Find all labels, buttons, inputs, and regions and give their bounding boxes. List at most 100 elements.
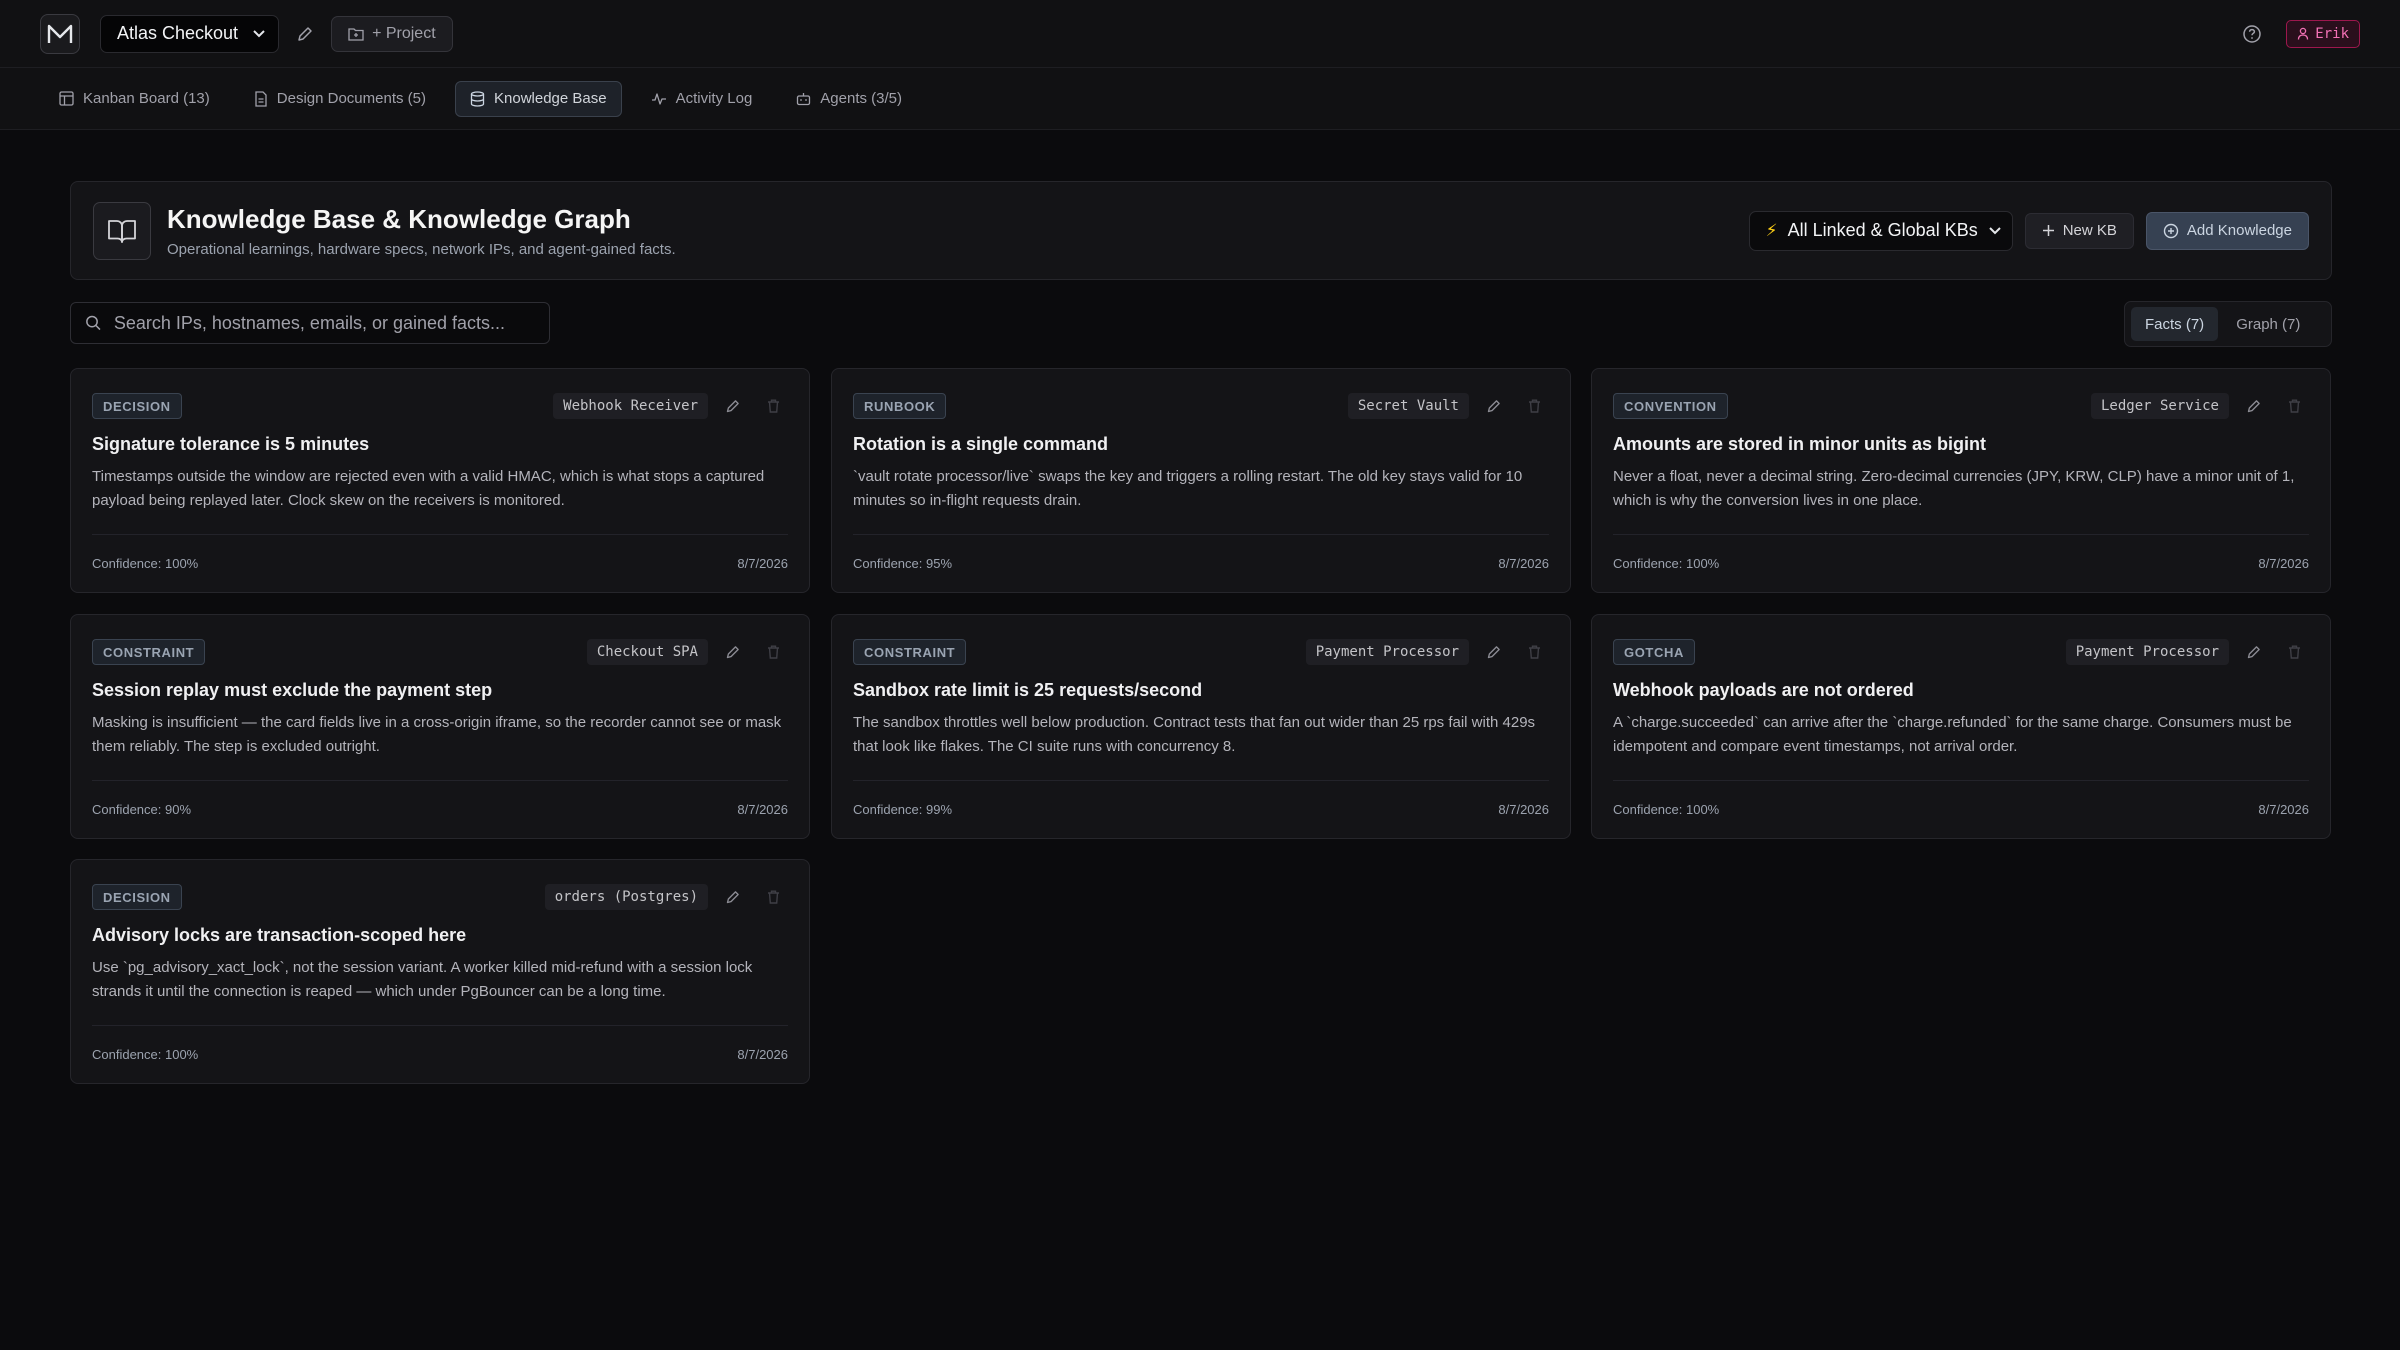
app-logo[interactable] <box>40 13 80 54</box>
delete-fact-button[interactable] <box>1519 392 1549 420</box>
entity-chip[interactable]: Webhook Receiver <box>553 393 708 419</box>
entity-chip[interactable]: Payment Processor <box>2065 639 2229 665</box>
fact-type-badge: DECISION <box>92 393 182 419</box>
fact-card[interactable]: GOTCHA Payment Processor Webhook payload… <box>1591 614 2331 839</box>
fact-card[interactable]: CONVENTION Ledger Service Amounts are st… <box>1591 368 2331 593</box>
entity-chip[interactable]: Payment Processor <box>1305 639 1469 665</box>
edit-fact-button[interactable] <box>2239 392 2269 420</box>
pencil-icon <box>2247 400 2260 413</box>
search-input[interactable] <box>113 312 535 334</box>
delete-fact-button[interactable] <box>758 638 788 666</box>
delete-fact-button[interactable] <box>1519 638 1549 666</box>
trash-icon <box>767 399 779 413</box>
tab-label: Agents (3/5) <box>820 90 903 107</box>
fact-date: 8/7/2026 <box>2258 802 2309 817</box>
fact-title: Advisory locks are transaction-scoped he… <box>92 925 467 945</box>
trash-icon <box>1528 399 1540 413</box>
edit-fact-button[interactable] <box>718 638 748 666</box>
fact-date: 8/7/2026 <box>1498 802 1549 817</box>
database-icon <box>470 90 485 107</box>
tab-label: Knowledge Base <box>494 90 607 107</box>
trash-icon <box>1528 645 1540 659</box>
top-bar: Atlas Checkout + Project Erik <box>0 0 2400 68</box>
help-circle-icon <box>2243 24 2262 43</box>
edit-fact-button[interactable] <box>1479 392 1509 420</box>
edit-fact-button[interactable] <box>718 883 748 911</box>
knowledge-base-header: Knowledge Base & Knowledge Graph Operati… <box>70 181 2332 280</box>
kanban-icon <box>59 91 74 106</box>
page-title: Knowledge Base & Knowledge Graph <box>167 203 631 234</box>
delete-fact-button[interactable] <box>758 392 788 420</box>
fact-title: Amounts are stored in minor units as big… <box>1613 434 1987 454</box>
facts-view-button[interactable]: Facts (7) <box>2131 307 2219 341</box>
help-button[interactable] <box>2242 24 2262 44</box>
fact-confidence: Confidence: 100% <box>1613 556 1720 571</box>
fact-body: Masking is insufficient — the card field… <box>92 714 782 755</box>
fact-body: Use `pg_advisory_xact_lock`, not the ses… <box>92 959 753 1000</box>
fact-title: Rotation is a single command <box>853 434 1109 454</box>
activity-icon <box>651 92 666 105</box>
tab-kanban-board[interactable]: Kanban Board (13) <box>44 81 225 117</box>
bot-icon <box>797 93 811 106</box>
fact-date: 8/7/2026 <box>737 1047 788 1062</box>
search-icon <box>86 315 101 331</box>
pencil-icon <box>2247 646 2260 659</box>
graph-view-button[interactable]: Graph (7) <box>2222 307 2314 341</box>
delete-fact-button[interactable] <box>2279 638 2309 666</box>
entity-chip[interactable]: Checkout SPA <box>586 639 708 665</box>
page-subtitle: Operational learnings, hardware specs, n… <box>167 240 676 258</box>
new-kb-button[interactable]: New KB <box>2024 212 2134 249</box>
fact-card[interactable]: DECISION Webhook Receiver Signature tole… <box>70 368 810 593</box>
fact-date: 8/7/2026 <box>737 556 788 571</box>
fact-card[interactable]: DECISION orders (Postgres) Advisory lock… <box>70 859 810 1084</box>
edit-fact-button[interactable] <box>2239 638 2269 666</box>
delete-fact-button[interactable] <box>758 883 788 911</box>
user-name: Erik <box>2315 25 2349 42</box>
user-badge[interactable]: Erik <box>2286 19 2360 48</box>
trash-icon <box>2288 645 2300 659</box>
fact-card[interactable]: CONSTRAINT Checkout SPA Session replay m… <box>70 614 810 839</box>
add-knowledge-label: Add Knowledge <box>2186 222 2292 239</box>
edit-project-button[interactable] <box>293 22 317 46</box>
pencil-icon <box>726 891 739 904</box>
document-icon <box>255 90 267 107</box>
fact-card[interactable]: RUNBOOK Secret Vault Rotation is a singl… <box>831 368 1571 593</box>
entity-chip[interactable]: Ledger Service <box>2090 393 2229 419</box>
fact-title: Sandbox rate limit is 25 requests/second <box>853 680 1203 700</box>
fact-type-badge: DECISION <box>92 884 182 910</box>
delete-fact-button[interactable] <box>2279 392 2309 420</box>
fact-title: Webhook payloads are not ordered <box>1613 680 1914 700</box>
fact-body: Never a float, never a decimal string. Z… <box>1613 468 2295 509</box>
kb-scope-select[interactable]: ⚡ All Linked & Global KBs <box>1748 210 2013 251</box>
fact-type-badge: CONSTRAINT <box>92 639 206 665</box>
trash-icon <box>767 890 779 904</box>
fact-card[interactable]: CONSTRAINT Payment Processor Sandbox rat… <box>831 614 1571 839</box>
zap-icon: ⚡ <box>1765 220 1778 240</box>
main-tabs: Kanban Board (13) Design Documents (5) K… <box>0 68 2400 130</box>
pencil-icon <box>298 26 312 41</box>
project-select[interactable]: Atlas Checkout <box>100 14 280 53</box>
edit-fact-button[interactable] <box>718 392 748 420</box>
pencil-icon <box>1487 646 1500 659</box>
search-bar <box>70 302 550 344</box>
tab-activity-log[interactable]: Activity Log <box>636 81 768 117</box>
fact-type-badge: CONVENTION <box>1613 393 1728 419</box>
tab-design-documents[interactable]: Design Documents (5) <box>239 81 441 117</box>
fact-title: Session replay must exclude the payment … <box>92 680 493 700</box>
fact-type-badge: GOTCHA <box>1613 639 1695 665</box>
add-knowledge-button[interactable]: Add Knowledge <box>2145 211 2309 250</box>
fact-body: Timestamps outside the window are reject… <box>92 468 765 509</box>
entity-chip[interactable]: Secret Vault <box>1347 393 1469 419</box>
edit-fact-button[interactable] <box>1479 638 1509 666</box>
fact-confidence: Confidence: 100% <box>1613 802 1720 817</box>
folder-plus-icon <box>348 27 364 41</box>
new-kb-label: New KB <box>2062 222 2117 239</box>
tab-label: Design Documents (5) <box>276 90 426 107</box>
tab-agents[interactable]: Agents (3/5) <box>781 81 917 117</box>
add-project-button[interactable]: + Project <box>331 15 453 52</box>
tab-knowledge-base[interactable]: Knowledge Base <box>455 80 622 117</box>
fact-body: `vault rotate processor/live` swaps the … <box>853 468 1523 509</box>
tab-label: Kanban Board (13) <box>83 90 210 107</box>
entity-chip[interactable]: orders (Postgres) <box>544 884 708 910</box>
tab-label: Activity Log <box>675 90 753 107</box>
